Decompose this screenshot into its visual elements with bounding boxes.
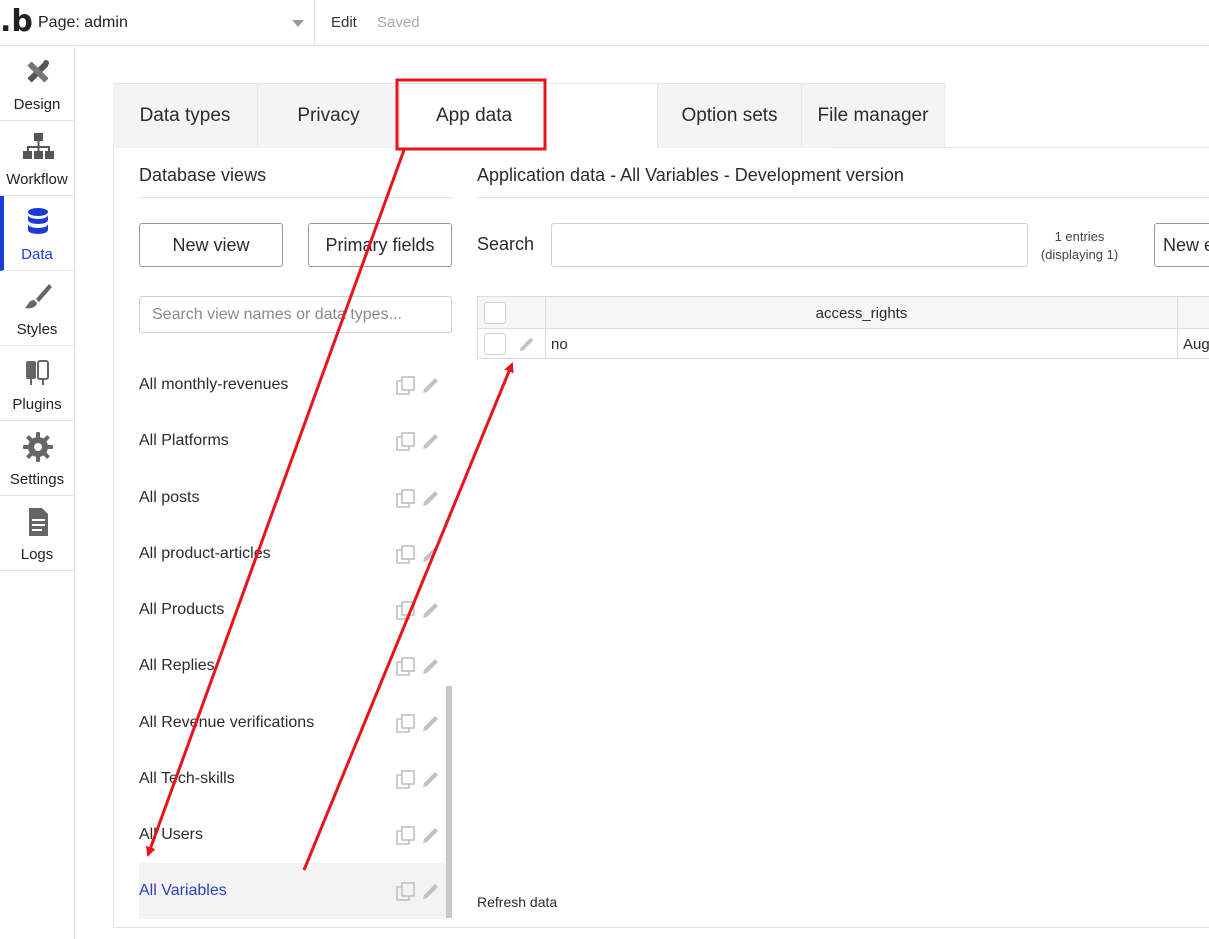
nav-logs[interactable]: Logs	[0, 496, 74, 571]
view-item[interactable]: All Platforms	[139, 413, 446, 469]
pencil-icon[interactable]	[421, 600, 441, 620]
nav-styles[interactable]: Styles	[0, 271, 74, 346]
entries-count: 1 entries (displaying 1)	[1032, 228, 1127, 264]
tab-privacy[interactable]: Privacy	[258, 83, 400, 148]
design-icon	[27, 60, 49, 83]
column-header-access-rights[interactable]: access_rights	[546, 305, 1177, 322]
pencil-icon[interactable]	[421, 488, 441, 508]
bubble-logo[interactable]: .b	[0, 4, 33, 42]
copy-icon[interactable]	[395, 544, 417, 566]
entries-displaying: (displaying 1)	[1040, 247, 1119, 262]
row-checkbox[interactable]	[484, 333, 506, 355]
document-icon	[29, 508, 48, 536]
tabs-divider	[831, 147, 1209, 148]
copy-icon[interactable]	[395, 488, 417, 510]
saved-status: Saved	[377, 14, 420, 31]
view-label: All Variables	[139, 882, 227, 899]
left-nav: Design Workflow Data Styles Plugins Sett…	[0, 46, 75, 939]
new-view-button[interactable]: New view	[139, 223, 283, 267]
nav-label: Logs	[20, 546, 54, 563]
database-views-title: Database views	[139, 165, 267, 185]
select-all-checkbox[interactable]	[484, 302, 506, 324]
divider	[477, 197, 1209, 198]
view-item[interactable]: All Tech-skills	[139, 751, 446, 807]
nav-label: Workflow	[6, 171, 68, 188]
view-item[interactable]: All Replies	[139, 638, 446, 694]
views-scrollbar[interactable]	[446, 686, 452, 918]
nav-workflow[interactable]: Workflow	[0, 121, 74, 196]
nav-label: Plugins	[12, 396, 62, 413]
gear-icon	[23, 432, 53, 462]
copy-icon[interactable]	[395, 825, 417, 847]
copy-icon[interactable]	[395, 656, 417, 678]
tab-file-manager[interactable]: File manager	[802, 83, 945, 148]
pencil-icon[interactable]	[421, 431, 441, 451]
view-label: All Tech-skills	[139, 770, 235, 787]
search-label: Search	[477, 234, 535, 254]
grid-divider	[1177, 297, 1178, 359]
copy-icon[interactable]	[395, 375, 417, 397]
app-data-title: Application data - All Variables - Devel…	[477, 165, 904, 185]
nav-plugins[interactable]: Plugins	[0, 346, 74, 421]
nav-label: Settings	[9, 471, 65, 488]
view-label: All monthly-revenues	[139, 376, 289, 393]
nav-label: Styles	[16, 321, 58, 338]
view-item[interactable]: All product-articles	[139, 526, 446, 582]
chevron-down-icon	[292, 20, 304, 27]
pencil-icon[interactable]	[421, 825, 441, 845]
table-cell[interactable]: Aug	[1183, 336, 1209, 353]
view-label: All Products	[139, 601, 225, 618]
page-selector-label: Page: admin	[38, 14, 128, 31]
copy-icon[interactable]	[395, 600, 417, 622]
top-bar: .b Page: admin Edit Saved	[0, 0, 1209, 46]
pencil-icon[interactable]	[421, 544, 441, 564]
pencil-icon[interactable]	[421, 881, 441, 901]
nav-design[interactable]: Design	[0, 46, 74, 121]
view-item[interactable]: All Products	[139, 582, 446, 638]
data-tabs: Data types Privacy Option sets File mana…	[113, 83, 945, 148]
view-item[interactable]: All Revenue verifications	[139, 695, 446, 751]
table-cell[interactable]: no	[551, 336, 568, 353]
tab-data-types[interactable]: Data types	[113, 83, 258, 148]
view-item-active[interactable]: All Variables	[139, 863, 446, 919]
brush-icon	[25, 284, 52, 309]
divider	[139, 197, 452, 198]
primary-fields-button[interactable]: Primary fields	[308, 223, 452, 267]
new-entry-button[interactable]: New entry	[1154, 223, 1209, 267]
database-icon	[28, 208, 48, 234]
page-selector[interactable]: Page: admin	[30, 0, 315, 46]
pencil-icon[interactable]	[421, 713, 441, 733]
pencil-icon[interactable]	[518, 335, 536, 353]
view-label: All product-articles	[139, 545, 271, 562]
search-views-input[interactable]	[139, 296, 452, 333]
copy-icon[interactable]	[395, 713, 417, 735]
edit-menu[interactable]: Edit	[331, 14, 357, 31]
copy-icon[interactable]	[395, 769, 417, 791]
nav-label: Data	[21, 246, 53, 263]
view-label: All Replies	[139, 657, 215, 674]
copy-icon[interactable]	[395, 881, 417, 903]
plug-icon	[26, 360, 49, 385]
entries-total: 1 entries	[1054, 229, 1105, 244]
tab-app-data-label: App data	[436, 105, 513, 126]
view-item[interactable]: All Users	[139, 807, 446, 863]
nav-settings[interactable]: Settings	[0, 421, 74, 496]
pencil-icon[interactable]	[421, 375, 441, 395]
view-item[interactable]: All posts	[139, 470, 446, 526]
view-label: All Platforms	[139, 432, 229, 449]
pencil-icon[interactable]	[421, 769, 441, 789]
view-label: All posts	[139, 489, 200, 506]
view-item[interactable]: All monthly-revenues	[139, 357, 446, 413]
search-data-input[interactable]	[551, 223, 1028, 267]
nav-data[interactable]: Data	[0, 196, 74, 271]
data-grid: access_rights no Aug	[477, 296, 1209, 359]
refresh-data-link[interactable]: Refresh data	[477, 894, 557, 910]
workflow-icon	[23, 133, 54, 159]
nav-label: Design	[13, 96, 61, 113]
tab-option-sets[interactable]: Option sets	[658, 83, 802, 148]
copy-icon[interactable]	[395, 431, 417, 453]
view-label: All Revenue verifications	[139, 714, 315, 731]
view-label: All Users	[139, 826, 204, 843]
pencil-icon[interactable]	[421, 656, 441, 676]
